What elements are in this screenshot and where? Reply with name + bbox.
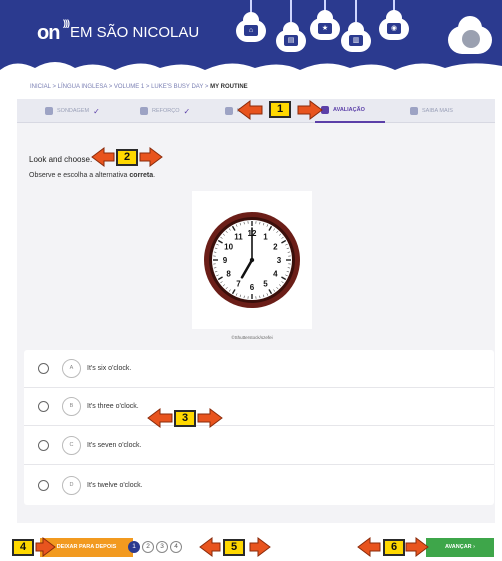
callout-arrows: [35, 100, 429, 557]
callout-arrow-right: [405, 537, 429, 557]
callout-arrow-left: [237, 100, 263, 120]
callout-arrow-left: [147, 408, 173, 428]
callout-arrow-left: [91, 147, 115, 167]
callout-arrow-right: [249, 537, 271, 557]
callout-arrow-right: [139, 147, 163, 167]
callout-arrow-right: [35, 537, 56, 557]
callout-arrow-left: [199, 537, 221, 557]
callout-arrow-right: [197, 408, 223, 428]
callout-arrow-left: [357, 537, 381, 557]
callout-arrow-right: [297, 100, 323, 120]
